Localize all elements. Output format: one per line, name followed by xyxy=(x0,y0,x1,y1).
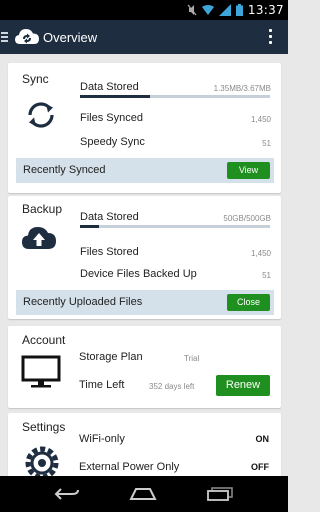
sync-card-title: Sync xyxy=(22,72,49,86)
account-card-title: Account xyxy=(22,333,66,347)
app-bar: Overview xyxy=(0,20,288,54)
page-title: Overview xyxy=(43,29,98,45)
external-power-only-label: External Power Only xyxy=(79,461,180,473)
recently-uploaded-label: Recently Uploaded Files xyxy=(23,296,143,308)
account-card: Account Storage Plan Trial Time Left 352… xyxy=(8,326,281,408)
storage-plan-value: Trial xyxy=(184,354,200,363)
monitor-icon xyxy=(21,355,61,388)
recently-synced-bar[interactable]: Recently Synced View xyxy=(16,158,274,183)
backup-card: Backup Data Stored 50GB/500GB Files Stor… xyxy=(8,196,281,319)
backup-data-progress-fill xyxy=(80,225,99,228)
sync-data-progress-fill xyxy=(80,95,151,98)
settings-card-title: Settings xyxy=(22,420,66,434)
recently-synced-label: Recently Synced xyxy=(23,164,106,176)
close-button[interactable]: Close xyxy=(227,294,270,311)
speedy-sync-label: Speedy Sync xyxy=(80,136,145,148)
recently-uploaded-bar[interactable]: Recently Uploaded Files Close xyxy=(16,290,274,315)
battery-icon xyxy=(235,4,243,16)
files-synced-label: Files Synced xyxy=(80,112,143,124)
signal-icon xyxy=(218,4,231,16)
settings-card: Settings WiFi-only ON External Power Onl… xyxy=(8,413,281,476)
backup-data-stored-label: Data Stored xyxy=(80,211,139,223)
wifi-icon xyxy=(201,5,214,15)
time-left-label: Time Left xyxy=(79,379,125,391)
backup-data-stored-value: 50GB/500GB xyxy=(223,214,271,223)
backup-card-title: Backup xyxy=(22,202,63,216)
files-synced-value: 1,450 xyxy=(250,115,271,124)
wifi-only-label: WiFi-only xyxy=(79,433,125,445)
overview-content[interactable]: Sync Data Stored 1.35MB/3.67MB Files Syn… xyxy=(0,54,288,476)
menu-icon[interactable] xyxy=(1,32,11,42)
sync-arrows-icon xyxy=(28,102,54,128)
status-time: 13:37 xyxy=(247,3,284,17)
status-bar: 13:37 xyxy=(0,0,288,20)
device-files-backed-up-value: 51 xyxy=(262,271,271,280)
back-icon[interactable] xyxy=(54,487,80,501)
muted-icon xyxy=(187,4,197,16)
files-stored-label: Files Stored xyxy=(80,246,139,258)
speedy-sync-value: 51 xyxy=(262,139,271,148)
cloud-sync-logo-icon[interactable] xyxy=(14,26,40,48)
backup-data-progress xyxy=(80,225,270,228)
time-left-value: 352 days left xyxy=(149,382,195,391)
sync-card: Sync Data Stored 1.35MB/3.67MB Files Syn… xyxy=(8,63,281,193)
overflow-menu-icon[interactable] xyxy=(269,29,272,44)
recent-apps-icon[interactable] xyxy=(206,487,234,501)
files-stored-value: 1,450 xyxy=(250,249,271,258)
renew-button[interactable]: Renew xyxy=(216,375,270,396)
external-power-only-value[interactable]: OFF xyxy=(251,462,269,472)
cloud-upload-icon xyxy=(22,227,56,249)
sync-data-stored-value: 1.35MB/3.67MB xyxy=(213,84,271,93)
storage-plan-label: Storage Plan xyxy=(79,351,143,363)
gear-icon xyxy=(25,446,59,476)
view-button[interactable]: View xyxy=(227,162,270,179)
home-icon[interactable] xyxy=(129,487,157,501)
sync-data-progress xyxy=(80,95,270,98)
navigation-bar xyxy=(0,476,288,512)
device-files-backed-up-label: Device Files Backed Up xyxy=(80,268,197,280)
sync-data-stored-label: Data Stored xyxy=(80,81,139,93)
wifi-only-value[interactable]: ON xyxy=(256,434,270,444)
